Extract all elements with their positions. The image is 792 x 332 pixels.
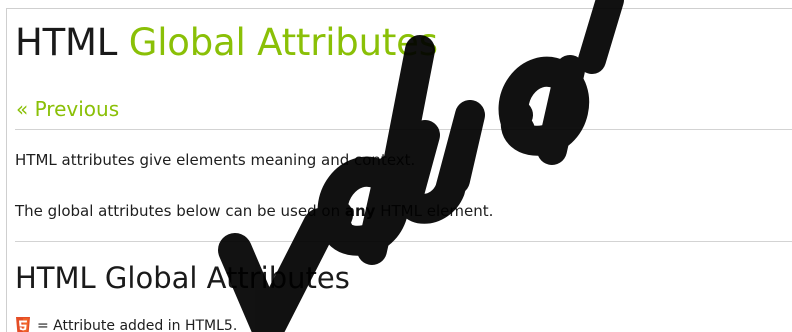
section-title: HTML Global Attributes <box>15 261 350 295</box>
html5-legend: = Attribute added in HTML5. <box>15 316 237 332</box>
html5-icon <box>16 317 30 332</box>
intro-paragraph-2-after: HTML element. <box>375 202 494 220</box>
previous-link[interactable]: « Previous <box>16 96 119 122</box>
divider-middle <box>15 241 792 242</box>
divider-top <box>15 129 792 130</box>
page-frame: HTML Global Attributes « Previous HTML a… <box>6 8 792 332</box>
page-title: HTML Global Attributes <box>15 21 438 65</box>
intro-paragraph-1: HTML attributes give elements meaning an… <box>15 151 416 169</box>
legend-text: = Attribute added in HTML5. <box>37 318 238 332</box>
page-title-prefix: HTML <box>15 21 129 64</box>
page-title-accent: Global Attributes <box>128 21 438 64</box>
intro-paragraph-2-bold: any <box>344 202 376 220</box>
intro-paragraph-2-before: The global attributes below can be used … <box>15 202 345 220</box>
intro-paragraph-2: The global attributes below can be used … <box>15 201 493 221</box>
